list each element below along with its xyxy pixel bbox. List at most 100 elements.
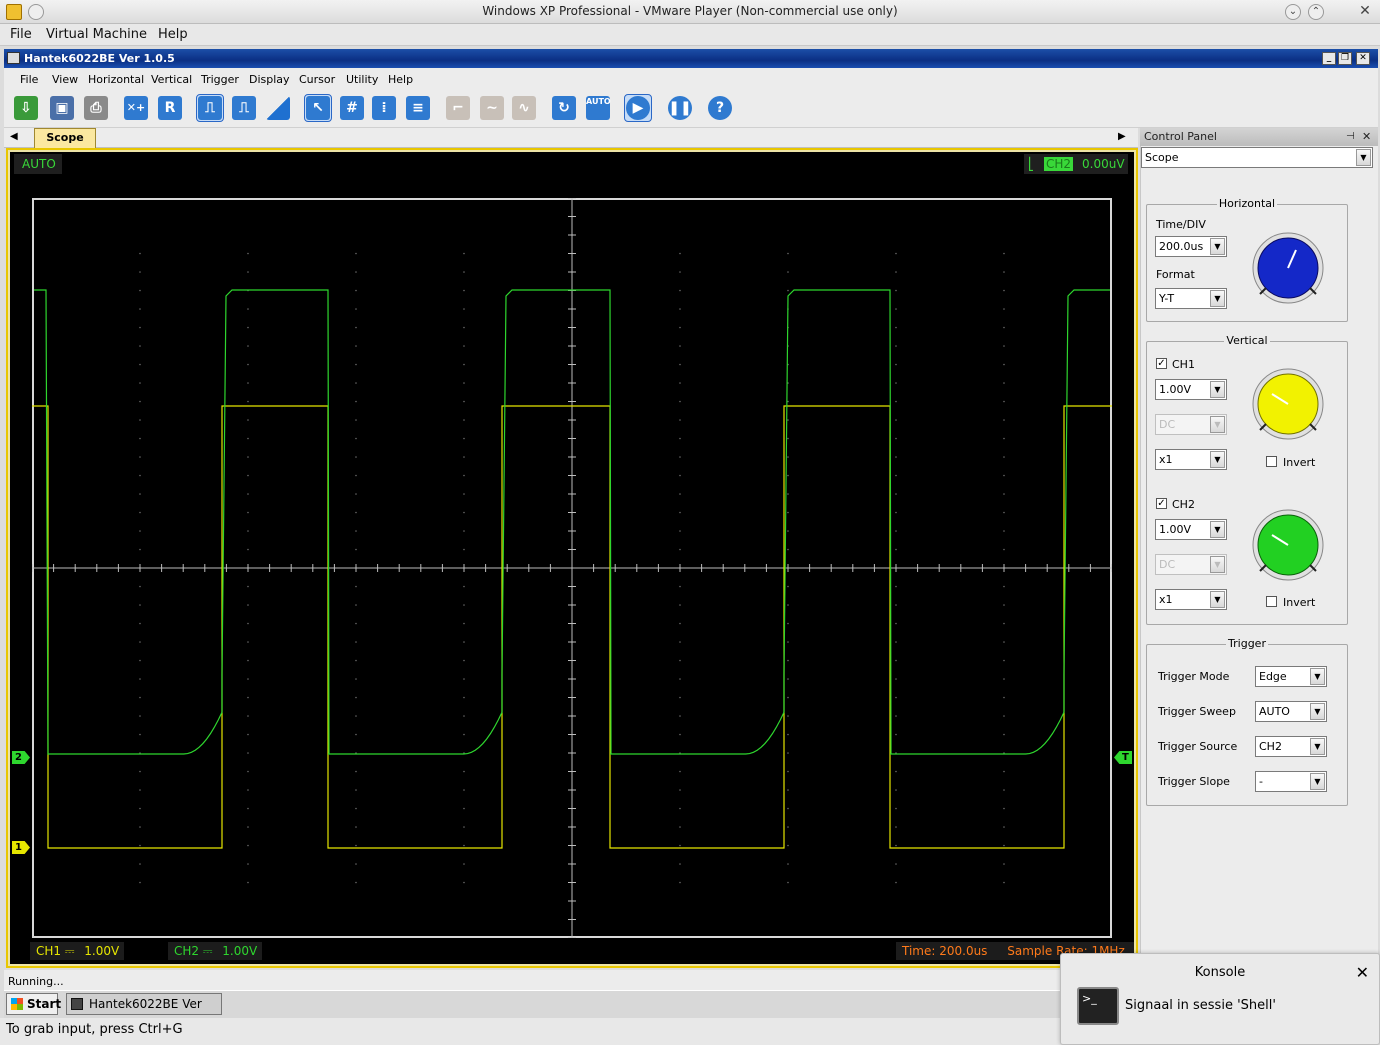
pause-button[interactable]: ❚❚ <box>666 94 694 122</box>
ch1-volts-knob[interactable] <box>1252 368 1324 440</box>
trigger-sweep-select[interactable]: AUTO ▼ <box>1255 701 1327 722</box>
vertical-cursor-button[interactable]: ⁞ <box>370 94 398 122</box>
time-div-select[interactable]: 200.0us ▼ <box>1155 236 1227 257</box>
chevron-down-icon: ▼ <box>1210 556 1225 573</box>
trigger-source-value: CH2 <box>1259 740 1282 753</box>
ch2-invert-checkbox[interactable] <box>1266 596 1277 607</box>
chevron-down-icon: ▼ <box>1210 451 1225 468</box>
sine-icon: ∿ <box>512 96 536 120</box>
start-button[interactable]: Start <box>6 993 62 1015</box>
host-minimize-button[interactable]: ⌄ <box>1285 4 1301 20</box>
ch2-enable-checkbox[interactable]: ✓ <box>1156 498 1167 509</box>
chevron-down-icon: ▼ <box>1210 416 1225 433</box>
menu-utility[interactable]: Utility <box>346 73 378 86</box>
control-panel-view-select[interactable]: Scope ▼ <box>1141 147 1373 168</box>
trigger-sweep-value: AUTO <box>1259 705 1290 718</box>
konsole-notification[interactable]: Konsole ✕ >_ Signaal in sessie 'Shell' <box>1060 953 1380 1045</box>
chevron-down-icon: ▼ <box>1210 238 1225 255</box>
cursor-icon: ↖ <box>306 96 330 120</box>
menu-help[interactable]: Help <box>388 73 413 86</box>
print-icon: ⎙ <box>84 96 108 120</box>
trigger-sweep-label: Trigger Sweep <box>1158 705 1236 718</box>
run-button[interactable]: ▶ <box>624 94 652 122</box>
ch1-label: CH1 <box>1172 358 1195 371</box>
trigger-group-title: Trigger <box>1226 637 1268 650</box>
sine-button[interactable]: ∿ <box>510 94 538 122</box>
channel-step-button[interactable]: ⎍ <box>230 94 258 122</box>
host-title-bar: Windows XP Professional - VMware Player … <box>0 0 1380 24</box>
notification-title: Konsole <box>1194 965 1246 980</box>
chevron-down-icon: ▼ <box>1310 668 1325 685</box>
pin-icon[interactable]: ⊣ <box>1346 128 1355 146</box>
channel-pulse-button[interactable]: ⎍ <box>196 94 224 122</box>
open-button[interactable]: ⇩ <box>12 94 40 122</box>
cursor-select-button[interactable]: ↖ <box>304 94 332 122</box>
chevron-down-icon: ▼ <box>1356 149 1371 166</box>
save-button[interactable]: ▣ <box>48 94 76 122</box>
app-restore-button[interactable]: ❐ <box>1338 52 1352 65</box>
trigger-slope-select[interactable]: - ▼ <box>1255 771 1327 792</box>
ref-icon: R <box>158 96 182 120</box>
ch2-probe-select[interactable]: x1 ▼ <box>1155 589 1227 610</box>
chevron-down-icon: ▼ <box>1310 738 1325 755</box>
menu-display[interactable]: Display <box>249 73 290 86</box>
tab-scroll-right-icon[interactable]: ▶ <box>1118 131 1126 142</box>
tab-scroll-left-icon[interactable]: ◀ <box>10 131 18 142</box>
ch2-info-volts: 1.00V <box>222 944 258 958</box>
ch2-volts-select[interactable]: 1.00V ▼ <box>1155 519 1227 540</box>
menu-file[interactable]: File <box>20 73 38 86</box>
ch1-volts-select[interactable]: 1.00V ▼ <box>1155 379 1227 400</box>
app-minimize-button[interactable]: _ <box>1322 52 1336 65</box>
ch2-volts-knob[interactable] <box>1252 509 1324 581</box>
control-panel-header: Control Panel ⊣ ✕ <box>1140 128 1378 146</box>
ch1-volts-value: 1.00V <box>1159 383 1192 396</box>
tab-scope[interactable]: Scope <box>34 128 96 148</box>
acquire-mode-indicator: AUTO <box>14 154 62 174</box>
taskbar-item-hantek[interactable]: Hantek6022BE Ver 1.... <box>66 993 222 1031</box>
menu-vertical[interactable]: Vertical <box>151 73 192 86</box>
host-menu-virtual-machine[interactable]: Virtual Machine <box>46 27 147 42</box>
host-menu-help[interactable]: Help <box>158 27 188 42</box>
open-icon: ⇩ <box>14 96 38 120</box>
ch2-coupling-select[interactable]: DC ▼ <box>1155 554 1227 575</box>
trigger-source-label: Trigger Source <box>1158 740 1238 753</box>
ref-button[interactable]: R <box>156 94 184 122</box>
host-maximize-button[interactable]: ⌃ <box>1308 4 1324 20</box>
horizontal-cursor-button[interactable]: ≡ <box>404 94 432 122</box>
trigger-mode-select[interactable]: Edge ▼ <box>1255 666 1327 687</box>
ch1-coupling-value: DC <box>1159 418 1176 431</box>
notification-close-icon[interactable]: ✕ <box>1356 963 1369 982</box>
step-button[interactable]: ⌐ <box>444 94 472 122</box>
ch1-probe-select[interactable]: x1 ▼ <box>1155 449 1227 470</box>
host-menu-file[interactable]: File <box>10 27 32 42</box>
control-panel-close-icon[interactable]: ✕ <box>1362 128 1371 146</box>
menu-view[interactable]: View <box>52 73 78 86</box>
menu-cursor[interactable]: Cursor <box>299 73 335 86</box>
sine-gray-button[interactable]: ∼ <box>478 94 506 122</box>
print-button[interactable]: ⎙ <box>82 94 110 122</box>
grid-button[interactable]: # <box>338 94 366 122</box>
start-label: Start <box>27 997 62 1011</box>
host-window-title: Windows XP Professional - VMware Player … <box>482 4 898 18</box>
ramp-button[interactable] <box>264 94 292 122</box>
chevron-down-icon: ▼ <box>1210 591 1225 608</box>
help-button[interactable]: ? <box>706 94 734 122</box>
grid-icon: # <box>340 96 364 120</box>
format-select[interactable]: Y-T ▼ <box>1155 288 1227 309</box>
time-div-knob[interactable] <box>1252 232 1324 304</box>
ch1-info: CH1 ⎓ 1.00V <box>30 942 124 960</box>
ch1-invert-checkbox[interactable] <box>1266 456 1277 467</box>
auto-set-button[interactable]: AUTO <box>584 94 612 122</box>
measure-button[interactable]: ✕+ <box>122 94 150 122</box>
ch1-enable-checkbox[interactable]: ✓ <box>1156 358 1167 369</box>
trigger-mode-label: Trigger Mode <box>1158 670 1230 683</box>
menu-horizontal[interactable]: Horizontal <box>88 73 144 86</box>
chevron-down-icon: ▼ <box>1310 773 1325 790</box>
app-close-button[interactable]: ✕ <box>1356 52 1370 65</box>
trigger-source-select[interactable]: CH2 ▼ <box>1255 736 1327 757</box>
ch1-coupling-select[interactable]: DC ▼ <box>1155 414 1227 435</box>
refresh-button[interactable]: ↻ <box>550 94 578 122</box>
menu-trigger[interactable]: Trigger <box>201 73 239 86</box>
host-close-button[interactable]: ✕ <box>1357 4 1373 20</box>
format-value: Y-T <box>1159 292 1175 305</box>
